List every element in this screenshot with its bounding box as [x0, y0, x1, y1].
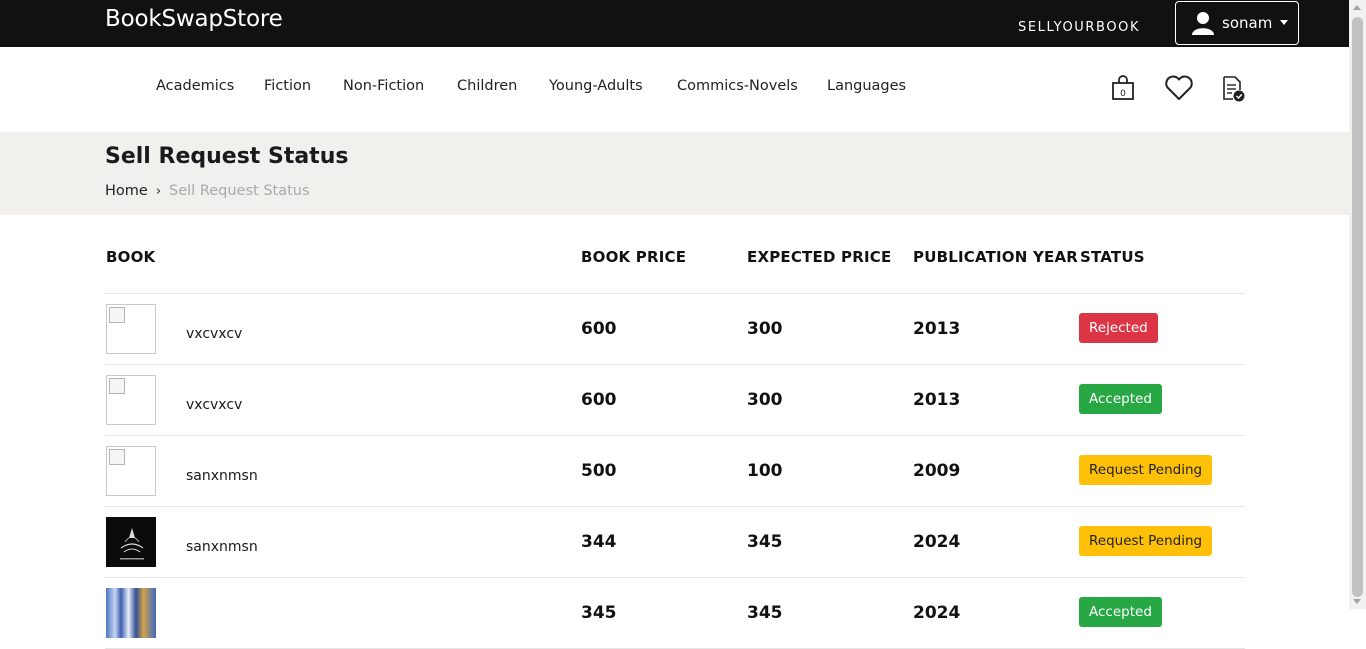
document-check-icon [1223, 76, 1245, 102]
table-row: 345 345 2024 Accepted [105, 578, 1245, 649]
column-header-status: STATUS [1080, 248, 1145, 266]
nav-item-commics-novels[interactable]: Commics-Novels [677, 78, 798, 94]
cart-count: 0 [1120, 89, 1126, 99]
nav-item-young-adults[interactable]: Young-Adults [549, 78, 643, 94]
scrollbar-thumb[interactable] [1352, 17, 1363, 597]
book-price: 600 [581, 319, 617, 339]
column-header-book-price: BOOK PRICE [581, 248, 687, 266]
category-nav: Academics Fiction Non-Fiction Children Y… [0, 47, 1349, 132]
status-badge: Accepted [1079, 597, 1162, 627]
broken-image-icon [109, 307, 125, 323]
table-row: sanxnmsn 500 100 2009 Request Pending [105, 436, 1245, 507]
breadcrumb-current: Sell Request Status [169, 183, 310, 199]
book-price: 500 [581, 461, 617, 481]
book-price: 600 [581, 390, 617, 410]
breadcrumb-home[interactable]: Home [105, 183, 148, 199]
book-price: 345 [581, 603, 617, 623]
top-bar: BookSwapStore SELLYOURBOOK sonam [0, 0, 1349, 47]
book-name: vxcvxcv [186, 326, 243, 342]
cart-button[interactable]: 0 [1111, 75, 1135, 105]
table-row: vxcvxcv 600 300 2013 Rejected [105, 294, 1245, 365]
book-price: 344 [581, 532, 617, 552]
status-badge: Rejected [1079, 313, 1158, 343]
page-header-band: Sell Request Status Home › Sell Request … [0, 132, 1349, 215]
book-name: sanxnmsn [186, 539, 258, 555]
expected-price: 300 [747, 319, 783, 339]
expected-price: 345 [747, 532, 783, 552]
publication-year: 2009 [913, 461, 961, 481]
breadcrumb: Home › Sell Request Status [105, 183, 310, 199]
book-name: vxcvxcv [186, 397, 243, 413]
user-menu-button[interactable]: sonam [1175, 1, 1299, 45]
column-header-publication-year: PUBLICATION YEAR [913, 248, 1079, 266]
status-badge: Request Pending [1079, 526, 1213, 556]
table-row: sanxnmsn 344 345 2024 Request Pending [105, 507, 1245, 578]
book-thumbnail [106, 304, 156, 354]
nav-item-non-fiction[interactable]: Non-Fiction [343, 78, 424, 94]
page-title: Sell Request Status [105, 144, 349, 169]
book-thumbnail [106, 446, 156, 496]
expected-price: 300 [747, 390, 783, 410]
brand-logo[interactable]: BookSwapStore [105, 6, 283, 32]
broken-image-icon [109, 378, 125, 394]
broken-image-icon [109, 449, 125, 465]
publication-year: 2013 [913, 390, 961, 410]
book-cover-logo-icon [120, 528, 144, 560]
sell-your-book-link[interactable]: SELLYOURBOOK [1018, 20, 1140, 35]
scroll-down-arrow-icon[interactable] [1353, 599, 1361, 604]
table-header: BOOK BOOK PRICE EXPECTED PRICE PUBLICATI… [105, 215, 1245, 294]
book-thumbnail [106, 588, 156, 638]
user-avatar-icon [1192, 12, 1214, 35]
publication-year: 2024 [913, 603, 961, 623]
chevron-right-icon: › [155, 183, 162, 199]
book-thumbnail [106, 517, 156, 567]
heart-icon [1165, 75, 1193, 100]
user-name: sonam [1222, 14, 1273, 32]
shopping-bag-icon: 0 [1112, 75, 1134, 100]
chevron-down-icon [1280, 19, 1289, 25]
publication-year: 2013 [913, 319, 961, 339]
nav-item-fiction[interactable]: Fiction [264, 78, 311, 94]
nav-item-academics[interactable]: Academics [156, 78, 234, 94]
column-header-book: BOOK [106, 248, 156, 266]
status-badge: Request Pending [1079, 455, 1213, 485]
book-thumbnail [106, 375, 156, 425]
nav-item-children[interactable]: Children [457, 78, 517, 94]
scroll-up-arrow-icon[interactable] [1353, 5, 1361, 10]
expected-price: 345 [747, 603, 783, 623]
nav-item-languages[interactable]: Languages [827, 78, 906, 94]
publication-year: 2024 [913, 532, 961, 552]
expected-price: 100 [747, 461, 783, 481]
book-name: sanxnmsn [186, 468, 258, 484]
column-header-expected-price: EXPECTED PRICE [747, 248, 892, 266]
status-badge: Accepted [1079, 384, 1162, 414]
orders-button[interactable] [1221, 75, 1247, 107]
vertical-scrollbar[interactable] [1349, 0, 1366, 609]
wishlist-button[interactable] [1164, 75, 1194, 105]
table-row: vxcvxcv 600 300 2013 Accepted [105, 365, 1245, 436]
